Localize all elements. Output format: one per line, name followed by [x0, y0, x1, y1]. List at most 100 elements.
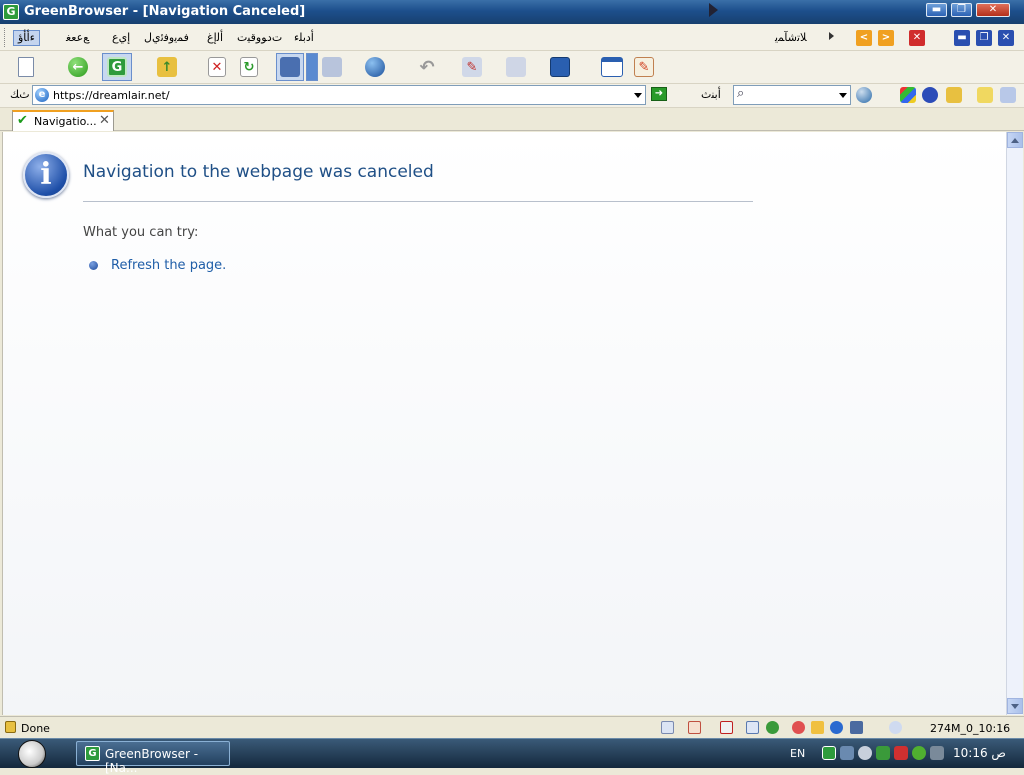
scroll-down-button[interactable]: [1007, 698, 1023, 714]
doc-restore-button[interactable]: ❐: [976, 30, 992, 46]
close-button[interactable]: ✕: [976, 3, 1010, 17]
home-button[interactable]: G: [102, 53, 132, 81]
tools-icon: ✎: [462, 57, 482, 77]
address-label: ﺙﻚ: [10, 88, 30, 101]
tray-utorrent-icon[interactable]: [912, 746, 926, 760]
tab-navigation-canceled[interactable]: ✔ Navigatio... ✕: [12, 110, 114, 131]
arrow-down-icon: [1011, 703, 1019, 709]
activex-icon[interactable]: [792, 721, 805, 734]
highlight-icon[interactable]: [977, 87, 993, 103]
block-popup-icon[interactable]: [688, 721, 701, 734]
menu-grip[interactable]: [4, 28, 7, 47]
next-tab-button[interactable]: >: [878, 30, 894, 46]
address-box[interactable]: e: [32, 85, 646, 105]
tray-greenbrowser-icon[interactable]: [822, 746, 836, 760]
url-input[interactable]: [53, 87, 623, 103]
back-button[interactable]: ←: [66, 55, 90, 79]
palette-icon: [506, 57, 526, 77]
arrow-up-icon: [1011, 137, 1019, 143]
new-window-icon[interactable]: [746, 721, 759, 734]
greenbrowser-app-icon[interactable]: G: [3, 4, 19, 20]
new-page-icon: [18, 57, 34, 77]
view-page-dropdown[interactable]: [306, 53, 318, 81]
shield-icon[interactable]: [811, 721, 824, 734]
tray-check-icon[interactable]: [876, 746, 890, 760]
menu-help[interactable]: ﺃﺩﺑﻠﺀ: [290, 30, 318, 46]
proxy-icon[interactable]: [850, 721, 863, 734]
package-button[interactable]: [320, 55, 344, 79]
go-button[interactable]: ➜: [651, 87, 667, 101]
internet-options-button[interactable]: [363, 55, 387, 79]
save-button[interactable]: [548, 55, 572, 79]
start-button[interactable]: [18, 740, 46, 768]
page-globe-icon: e: [35, 88, 49, 102]
utilities-button[interactable]: ✎: [460, 55, 484, 79]
greenbrowser-task-icon: G: [85, 746, 100, 761]
back-arrow-icon: ←: [68, 57, 88, 77]
menu-favorites[interactable]: ﻓﻤﻳﻭﻓﺋﻱﻝ: [140, 30, 193, 46]
refresh-button[interactable]: ↻: [237, 55, 261, 79]
tray-device-icon[interactable]: [930, 746, 944, 760]
full-screen-button[interactable]: [600, 55, 624, 79]
box-icon: [322, 57, 342, 77]
block-flash-icon[interactable]: [720, 721, 733, 734]
menu-view[interactable]: ﺇﻱﻉ: [108, 30, 134, 46]
ie-icon[interactable]: [830, 721, 843, 734]
skin-button[interactable]: [504, 55, 528, 79]
mouse-cursor-icon: [709, 3, 718, 17]
task-label: GreenBrowser - [Na...: [105, 747, 199, 775]
menu-tools[interactable]: ﺕﺩﻮﻭﻗﻴﺕ: [233, 30, 286, 46]
refresh-page-link[interactable]: Refresh the page.: [111, 258, 226, 273]
find-in-page-icon[interactable]: [1000, 87, 1016, 103]
vertical-scrollbar[interactable]: [1006, 132, 1023, 715]
undo-icon: ↶: [419, 56, 435, 78]
info-icon: i: [23, 152, 69, 198]
address-dropdown-arrow-icon[interactable]: [634, 93, 642, 98]
doc-close-button[interactable]: ✕: [998, 30, 1014, 46]
clock[interactable]: 10:16 ﺹ: [953, 746, 1006, 760]
prev-tab-button[interactable]: <: [856, 30, 872, 46]
up-button[interactable]: ↑: [155, 55, 179, 79]
menu-edit[interactable]: ﻊﻋﻌﻐ: [62, 30, 93, 46]
green-status-icon[interactable]: [766, 721, 779, 734]
menu-groups[interactable]: ﺃﻟﺇﻍ: [203, 30, 227, 46]
tray-messenger-icon[interactable]: [858, 746, 872, 760]
lock-icon: [5, 721, 16, 733]
doc-minimize-button[interactable]: ▬: [954, 30, 970, 46]
menu-right-label[interactable]: ﻼﺗﺷﺂﻤﻳ: [775, 31, 807, 44]
pen-icon: ✎: [634, 57, 654, 77]
monitor-icon: [601, 57, 623, 77]
menu-file[interactable]: ﺀﺃﺄﺅ: [13, 30, 40, 46]
baidu-paw-icon[interactable]: [922, 87, 938, 103]
stop-button[interactable]: ✕: [205, 55, 229, 79]
undo-close-button[interactable]: ↶: [415, 55, 439, 79]
title-bar[interactable]: G GreenBrowser - [Navigation Canceled] ▬…: [0, 0, 1024, 24]
chevron-right-icon[interactable]: [829, 32, 834, 40]
tray-antivirus-icon[interactable]: [894, 746, 908, 760]
taskbar-greenbrowser-button[interactable]: G GreenBrowser - [Na...: [76, 741, 230, 775]
folder-search-icon[interactable]: [946, 87, 962, 103]
edit-page-button[interactable]: ✎: [632, 55, 656, 79]
zoom-icon[interactable]: [889, 721, 902, 734]
main-toolbar: ← G ↑ ✕ ↻ ↶ ✎ ✎: [0, 51, 1024, 84]
google-search-icon[interactable]: [900, 87, 916, 103]
tray-network-icon[interactable]: [840, 746, 854, 760]
page-content: i Navigation to the webpage was canceled…: [2, 132, 1006, 715]
search-icon: ⌕: [737, 86, 745, 101]
search-box[interactable]: ⌕: [733, 85, 851, 105]
new-window-button[interactable]: [14, 55, 38, 79]
memory-status: 274M_0_10:16: [930, 722, 1011, 735]
language-indicator[interactable]: EN: [790, 747, 805, 760]
browser-window: G GreenBrowser - [Navigation Canceled] ▬…: [0, 0, 1024, 738]
minimize-button[interactable]: ▬: [926, 3, 947, 17]
search-go-icon[interactable]: [856, 87, 872, 103]
edit-icon[interactable]: [661, 721, 674, 734]
scroll-up-button[interactable]: [1007, 132, 1023, 148]
tab-close-icon[interactable]: ✕: [99, 113, 110, 128]
maximize-button[interactable]: ❐: [951, 3, 972, 17]
globe-icon: [365, 57, 385, 77]
view-page-button[interactable]: [276, 53, 304, 81]
greenbrowser-home-icon: G: [107, 57, 127, 77]
close-tab-button[interactable]: ✕: [909, 30, 925, 46]
search-dropdown-arrow-icon[interactable]: [839, 93, 847, 98]
